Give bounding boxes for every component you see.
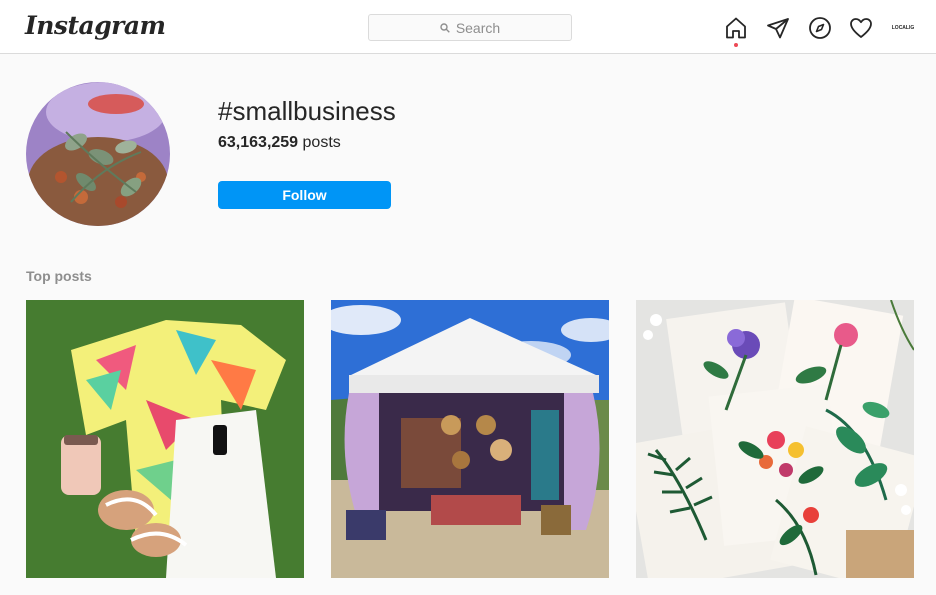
search-input[interactable]: Search xyxy=(368,14,572,41)
search-icon xyxy=(440,22,450,33)
instagram-logo[interactable]: Instagram xyxy=(25,11,166,40)
home-icon[interactable] xyxy=(724,16,748,40)
top-post-3[interactable] xyxy=(636,300,914,578)
top-posts-heading: Top posts xyxy=(26,268,92,284)
hashtag-profile-image xyxy=(26,82,170,226)
activity-heart-icon[interactable] xyxy=(849,16,873,40)
direct-message-icon[interactable] xyxy=(766,16,790,40)
post-count: 63,163,259 posts xyxy=(218,134,341,152)
top-post-2[interactable] xyxy=(331,300,609,578)
explore-icon[interactable] xyxy=(808,16,832,40)
post-count-suffix: posts xyxy=(298,134,341,151)
profile-avatar[interactable]: LOCALIG xyxy=(891,17,915,39)
top-post-1[interactable] xyxy=(26,300,304,578)
follow-button[interactable]: Follow xyxy=(218,181,391,209)
notification-dot xyxy=(734,43,738,47)
hashtag-title: #smallbusiness xyxy=(218,96,396,126)
post-count-number: 63,163,259 xyxy=(218,134,299,151)
search-placeholder: Search xyxy=(455,19,501,36)
top-navigation-bar: Instagram Search LOCALIG xyxy=(0,0,936,54)
